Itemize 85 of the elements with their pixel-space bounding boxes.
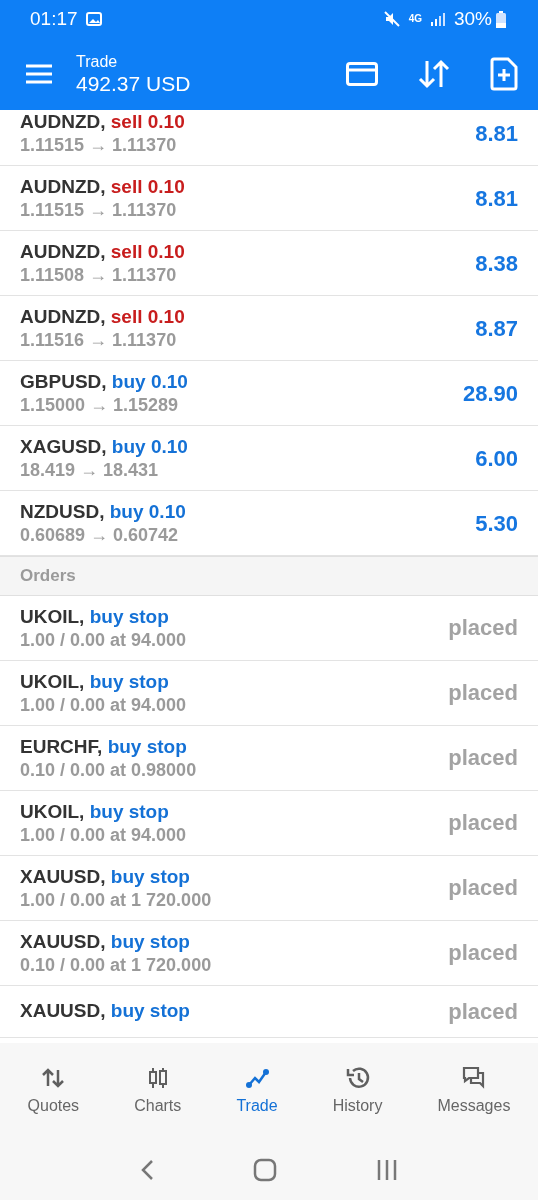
- profit-value: 8.81: [475, 119, 518, 148]
- position-row[interactable]: GBPUSD, buy 0.10 1.15000 → 1.15289 28.90: [0, 361, 538, 426]
- order-detail: 1.00 / 0.00 at 94.000: [20, 693, 187, 716]
- order-detail: 1.00 / 0.00 at 94.000: [20, 823, 187, 846]
- screen-title: Trade: [76, 51, 119, 71]
- position-title: NZDUSD, buy 0.10: [20, 500, 186, 524]
- account-balance: 492.37 USD: [76, 71, 192, 97]
- sort-icon: [418, 59, 450, 89]
- order-row[interactable]: EURCHF, buy stop 0.10 / 0.00 at 0.98000 placed: [0, 725, 538, 791]
- position-title: AUDNZD, sell 0.10: [20, 240, 185, 264]
- order-row[interactable]: UKOIL, buy stop 1.00 / 0.00 at 94.000 placed: [0, 660, 538, 726]
- profit-value: 8.87: [475, 314, 518, 343]
- clock-time: 01:17: [30, 6, 78, 31]
- back-icon: [139, 1159, 154, 1181]
- order-row[interactable]: XAUUSD, buy stop 0.10 / 0.00 at 1 720.000 placed: [0, 920, 538, 986]
- order-title: XAUUSD, buy stop: [20, 864, 191, 889]
- position-title: XAGUSD, buy 0.10: [20, 435, 188, 459]
- price-change: 18.419 → 18.431: [20, 459, 160, 481]
- order-title: UKOIL, buy stop: [20, 604, 170, 629]
- price-change: 1.15000 → 1.15289: [20, 394, 180, 416]
- order-detail: 0.10 / 0.00 at 1 720.000: [20, 953, 212, 976]
- order-status: placed: [448, 744, 518, 772]
- price-change: 0.60689 → 0.60742: [20, 524, 180, 546]
- order-detail: 0.10 / 0.00 at 0.98000: [20, 758, 197, 781]
- order-status: placed: [448, 874, 518, 902]
- order-title: XAUUSD, buy stop: [20, 929, 191, 954]
- history-icon: [344, 1065, 371, 1090]
- new-order-button[interactable]: [490, 57, 518, 91]
- order-row[interactable]: UKOIL, buy stop 1.00 / 0.00 at 94.000 placed: [0, 790, 538, 856]
- battery-percent: 30%: [453, 6, 492, 31]
- profit-value: 8.81: [475, 184, 518, 213]
- order-title: UKOIL, buy stop: [20, 799, 170, 824]
- home-icon: [253, 1158, 277, 1182]
- order-detail: 1.00 / 0.00 at 94.000: [20, 628, 187, 651]
- chat-bubbles-icon: [460, 1065, 487, 1090]
- nav-tab[interactable]: Messages: [437, 1065, 511, 1118]
- order-status: placed: [448, 997, 518, 1026]
- order-title: XAUUSD, buy stop: [20, 999, 190, 1023]
- battery-icon: [496, 10, 506, 28]
- order-status: placed: [448, 809, 518, 837]
- order-status: placed: [448, 614, 518, 642]
- order-row[interactable]: XAUUSD, buy stop placed: [0, 985, 538, 1038]
- nav-tab[interactable]: Charts: [134, 1065, 182, 1118]
- new-document-icon: [490, 57, 518, 91]
- order-row[interactable]: UKOIL, buy stop 1.00 / 0.00 at 94.000 placed: [0, 595, 538, 661]
- price-change: 1.11515 → 1.11370: [20, 199, 178, 221]
- sort-button[interactable]: [418, 59, 450, 89]
- signal-icon: [429, 12, 446, 26]
- profit-value: 28.90: [462, 379, 518, 408]
- recent-apps-icon: [376, 1159, 399, 1181]
- position-row[interactable]: AUDNZD, sell 0.10 1.11515 → 1.11370 8.81: [0, 166, 538, 231]
- menu-icon: [26, 64, 52, 84]
- position-title: GBPUSD, buy 0.10: [20, 370, 188, 394]
- position-row[interactable]: AUDNZD, sell 0.10 1.11516 → 1.11370 8.87: [0, 296, 538, 361]
- price-change: 1.11508 → 1.11370: [20, 264, 178, 286]
- order-row[interactable]: XAUUSD, buy stop 1.00 / 0.00 at 1 720.000 placed: [0, 855, 538, 921]
- card-button[interactable]: [346, 62, 378, 86]
- section-header: Orders: [0, 556, 538, 596]
- mute-icon: [382, 10, 401, 28]
- profit-value: 8.38: [475, 249, 518, 278]
- position-row[interactable]: AUDNZD, sell 0.10 1.11515 → 1.11370 8.81: [0, 110, 538, 166]
- recent-apps-button[interactable]: [376, 1159, 399, 1181]
- price-change: 1.11515 → 1.11370: [20, 134, 178, 156]
- image-icon: [85, 12, 102, 26]
- home-button[interactable]: [253, 1158, 277, 1182]
- position-title: AUDNZD, sell 0.10: [20, 110, 185, 134]
- nav-tab[interactable]: History: [332, 1065, 383, 1118]
- nav-tab[interactable]: Trade: [236, 1065, 278, 1118]
- position-row[interactable]: AUDNZD, sell 0.10 1.11508 → 1.11370 8.38: [0, 231, 538, 296]
- profit-value: 6.00: [475, 444, 518, 473]
- position-title: AUDNZD, sell 0.10: [20, 305, 185, 329]
- profit-value: 5.30: [475, 509, 518, 538]
- back-button[interactable]: [139, 1159, 154, 1181]
- position-title: AUDNZD, sell 0.10: [20, 175, 185, 199]
- order-status: placed: [448, 939, 518, 967]
- card-icon: [346, 62, 378, 86]
- price-change: 1.11516 → 1.11370: [20, 329, 178, 351]
- nav-tab[interactable]: Quotes: [27, 1065, 80, 1118]
- network-type: 4G: [408, 14, 422, 24]
- order-detail: 1.00 / 0.00 at 1 720.000: [20, 888, 212, 911]
- order-title: EURCHF, buy stop: [20, 734, 188, 759]
- menu-button[interactable]: [26, 64, 52, 84]
- position-row[interactable]: XAGUSD, buy 0.10 18.419 → 18.431 6.00: [0, 426, 538, 491]
- order-status: placed: [448, 679, 518, 707]
- order-title: UKOIL, buy stop: [20, 669, 170, 694]
